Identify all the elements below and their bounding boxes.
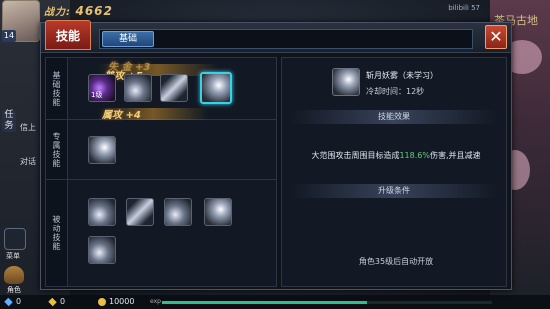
diamond-icon (4, 297, 13, 306)
skill-icon-passive-5[interactable] (88, 236, 116, 264)
skill-icon-basic-1[interactable]: 1级 (88, 74, 116, 102)
side-label-2: 对话 (20, 157, 36, 166)
upgrade-header: 升级条件 (290, 184, 498, 198)
diamond-count: 0 (16, 297, 22, 306)
role-icon[interactable] (4, 266, 24, 284)
effect-description: 大范围攻击周围目标造成118.6%伤害,并且减速 (296, 150, 496, 161)
diamond-currency: 0 (4, 297, 21, 306)
tab-skills[interactable]: 技能 (45, 20, 91, 50)
skill-panel: 技能 基础 ✕ 基础技能 失 金 +3 普攻 +5 1级 属攻 +4 专属技能 … (40, 20, 512, 290)
effect-text-after: 伤害,并且减速 (429, 151, 481, 160)
status-indicator: bilibili 57 (448, 4, 480, 12)
side-tab-quest-1[interactable]: 任 (2, 110, 16, 121)
top-hud: 14 战力: 4662 bilibili 57 茶马古地 (0, 0, 550, 42)
unlock-condition: 角色35级后自动开放 (358, 257, 434, 266)
skill-icon-passive-2[interactable] (126, 198, 154, 226)
panel-header: 技能 基础 ✕ (41, 20, 511, 53)
skill-icon-passive-4[interactable] (204, 198, 232, 226)
skill-upgrade-banner-attribute-attack: 属攻 +4 (102, 110, 141, 121)
menu-crosspad-icon[interactable] (4, 228, 26, 250)
skill-icon-basic-2[interactable] (124, 74, 152, 102)
combat-power-label: 战力: (44, 7, 71, 18)
role-label: 角色 (7, 286, 21, 294)
effect-header: 技能效果 (290, 110, 498, 124)
close-button[interactable]: ✕ (485, 25, 507, 49)
skill-icon-passive-3[interactable] (164, 198, 192, 226)
skill-detail: 斩月妖雾（未学习） 冷却时间：12秒 技能效果 大范围攻击周围目标造成118.6… (281, 57, 507, 287)
skill-list: 基础技能 失 金 +3 普攻 +5 1级 属攻 +4 专属技能 被动技能 (45, 57, 277, 287)
basic-skills-label: 基础技能 (46, 58, 68, 119)
basic-skills-section: 基础技能 失 金 +3 普攻 +5 1级 属攻 +4 (46, 58, 276, 121)
bound-gold-currency: 0 (48, 297, 65, 306)
passive-skills-section: 被动技能 (46, 180, 276, 286)
gold-coin-icon (98, 297, 106, 306)
gold-count: 10000 (109, 297, 135, 306)
skill-icon-basic-selected[interactable] (200, 72, 232, 104)
skill-icon-basic-3[interactable] (160, 74, 188, 102)
exclusive-skills-section: 专属技能 (46, 120, 276, 180)
exp-label: exp (150, 298, 161, 305)
passive-skills-label: 被动技能 (46, 180, 68, 286)
skill-level: 1级 (91, 91, 103, 99)
effect-percentage: 118.6% (399, 151, 430, 160)
gold-currency: 10000 (98, 297, 134, 306)
detail-skill-icon (332, 68, 360, 96)
skill-icon-passive-1[interactable] (88, 198, 116, 226)
effect-text-before: 大范围攻击周围目标造成 (311, 151, 400, 160)
bound-gold-count: 0 (60, 297, 66, 306)
bottom-bar: 0 0 10000 exp (0, 295, 550, 309)
player-level: 14 (2, 30, 16, 42)
side-tab-quest-2[interactable]: 务 (2, 121, 16, 132)
subtab-basic[interactable]: 基础 (102, 31, 154, 47)
menu-label: 菜单 (6, 252, 20, 260)
exclusive-skills-label: 专属技能 (46, 120, 68, 179)
exp-bar (162, 301, 492, 304)
subtab-strip: 基础 (99, 29, 473, 49)
bound-gold-icon (48, 297, 57, 306)
side-label-1: 信上 (20, 123, 36, 132)
detail-cooldown: 冷却时间：12秒 (366, 87, 425, 96)
combat-power-value: 4662 (75, 4, 113, 18)
exp-bar-fill (162, 301, 367, 304)
detail-skill-name: 斩月妖雾（未学习） (366, 71, 438, 80)
skill-icon-exclusive-1[interactable] (88, 136, 116, 164)
combat-power: 战力: 4662 (44, 3, 113, 18)
